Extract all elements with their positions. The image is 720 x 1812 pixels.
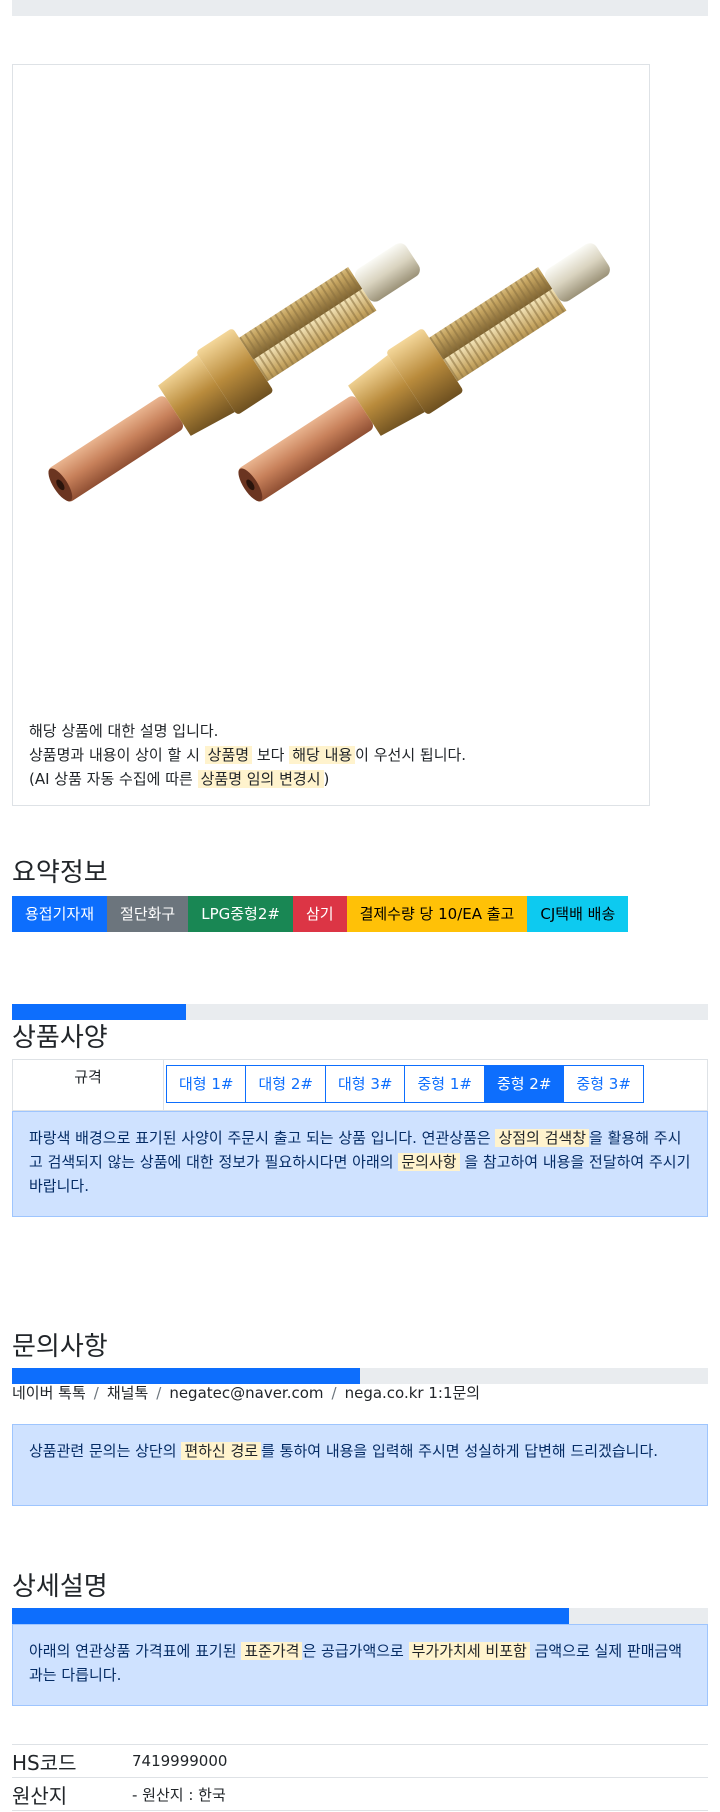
link-separator: /	[331, 1384, 337, 1402]
detail-progress-bar	[12, 1608, 708, 1624]
spec-options: 대형 1# 대형 2# 대형 3# 중형 1# 중형 2# 중형 3#	[166, 1065, 644, 1103]
product-description: 해당 상품에 대한 설명 입니다. 상품명과 내용이 상이 할 시 상품명 보다…	[29, 719, 466, 791]
highlight-product-name: 상품명	[204, 746, 253, 764]
description-text: 이 우선시 됩니다.	[355, 746, 467, 764]
detail-notice: 아래의 연관상품 가격표에 표기된 표준가격 은 공급가액으로 부가가치세 비포함…	[12, 1624, 708, 1706]
spec-title: 상품사양	[12, 1023, 108, 1053]
spec-option-large-3[interactable]: 대형 3#	[324, 1065, 406, 1103]
product-image-card: 해당 상품에 대한 설명 입니다. 상품명과 내용이 상이 할 시 상품명 보다…	[12, 64, 650, 806]
badge-model: LPG중형2#	[188, 896, 293, 932]
spec-progress-bar	[12, 1004, 708, 1020]
info-row-hs-code: HS코드 7419999000	[12, 1745, 708, 1778]
inquiry-title: 문의사항	[12, 1332, 108, 1362]
notice-text: 파랑색 배경으로 표기된 사양이 주문시 출고 되는 상품 입니다. 연관상품은	[29, 1129, 496, 1147]
detail-title: 상세설명	[12, 1572, 108, 1602]
summary-badges: 용접기자재 절단화구 LPG중형2# 삼기 결제수량 당 10/EA 출고 CJ…	[12, 896, 629, 932]
hs-code-value: 7419999000	[132, 1752, 228, 1770]
spec-option-large-1[interactable]: 대형 1#	[166, 1065, 247, 1103]
badge-quantity: 결제수량 당 10/EA 출고	[346, 896, 528, 932]
notice-text: 상품관련 문의는 상단의	[29, 1442, 182, 1460]
highlight-standard-price: 표준가격	[241, 1642, 303, 1660]
top-divider-bar	[12, 0, 708, 16]
spec-option-medium-2[interactable]: 중형 2#	[483, 1065, 565, 1103]
description-line-1: 해당 상품에 대한 설명 입니다.	[29, 722, 219, 740]
description-text: 상품명과 내용이 상이 할 시	[29, 746, 205, 764]
link-separator: /	[93, 1384, 99, 1402]
inquiry-links: 네이버 톡톡 / 채널톡 / negatec@naver.com / nega.co.kr …	[12, 1382, 480, 1403]
origin-label: 원산지	[12, 1783, 68, 1808]
notice-text: 를 통하여 내용을 입력해 주시면 성실하게 답변해 드리겠습니다.	[261, 1442, 659, 1460]
info-row-origin: 원산지 - 원산지 : 한국	[12, 1778, 708, 1811]
spec-option-medium-1[interactable]: 중형 1#	[404, 1065, 485, 1103]
spec-notice: 파랑색 배경으로 표기된 사양이 주문시 출고 되는 상품 입니다. 연관상품은…	[12, 1111, 708, 1217]
highlight-inquiry: 문의사항	[398, 1153, 460, 1171]
hs-code-label: HS코드	[12, 1750, 77, 1775]
summary-title: 요약정보	[12, 858, 108, 888]
inquiry-notice: 상품관련 문의는 상단의 편하신 경로 를 통하여 내용을 입력해 주시면 성실하…	[12, 1424, 708, 1506]
torch-tip-right	[238, 243, 610, 502]
description-text: )	[323, 770, 330, 788]
badge-subcategory: 절단화구	[107, 896, 189, 932]
origin-value: - 원산지 : 한국	[132, 1785, 226, 1804]
description-line-2: 상품명과 내용이 상이 할 시 상품명 보다 해당 내용 이 우선시 됩니다.	[29, 743, 466, 767]
highlight-route: 편하신 경로	[181, 1442, 262, 1460]
product-info-table: HS코드 7419999000 원산지 - 원산지 : 한국	[12, 1744, 708, 1811]
spec-option-medium-3[interactable]: 중형 3#	[563, 1065, 644, 1103]
badge-shipping: CJ택배 배송	[527, 896, 629, 932]
link-naver-talk[interactable]: 네이버 톡톡	[12, 1384, 86, 1402]
highlight-search: 상점의 검색창	[495, 1129, 590, 1147]
notice-text: 아래의 연관상품 가격표에 표기된	[29, 1642, 242, 1660]
product-photo	[48, 243, 610, 502]
link-separator: /	[156, 1384, 162, 1402]
spec-option-large-2[interactable]: 대형 2#	[245, 1065, 326, 1103]
detail-progress-fill	[12, 1608, 569, 1624]
badge-brand: 삼기	[292, 896, 347, 932]
badge-category: 용접기자재	[12, 896, 108, 932]
link-channel-talk[interactable]: 채널톡	[107, 1384, 148, 1402]
link-email[interactable]: negatec@naver.com	[169, 1384, 323, 1402]
description-text: 보다	[252, 746, 290, 764]
spec-label: 규격	[13, 1060, 164, 1110]
description-text: (AI 상품 자동 수집에 따른	[29, 770, 198, 788]
description-line-3: (AI 상품 자동 수집에 따른 상품명 임의 변경시)	[29, 767, 466, 791]
highlight-vat-excluded: 부가가치세 비포함	[408, 1642, 530, 1660]
highlight-content: 해당 내용	[289, 746, 356, 764]
spec-table: 규격 대형 1# 대형 2# 대형 3# 중형 1# 중형 2# 중형 3#	[12, 1059, 708, 1111]
highlight-name-change: 상품명 임의 변경시	[197, 770, 324, 788]
link-website-inquiry[interactable]: nega.co.kr 1:1문의	[345, 1384, 481, 1402]
notice-text: 은 공급가액으로	[302, 1642, 409, 1660]
